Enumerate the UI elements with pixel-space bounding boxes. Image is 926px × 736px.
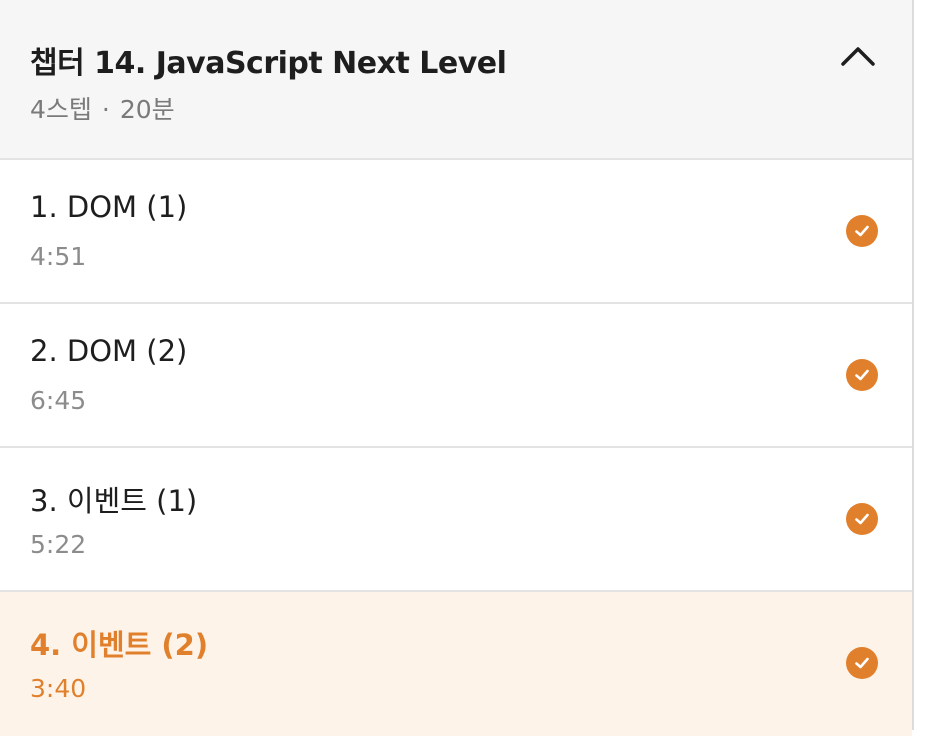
step-title: 3. 이벤트 (1) <box>30 484 198 518</box>
check-circle-icon <box>846 503 878 535</box>
meta-separator: · <box>101 95 110 124</box>
chapter-title: 챕터 14. JavaScript Next Level <box>30 46 507 81</box>
step-duration: 6:45 <box>30 386 87 415</box>
chapter-header[interactable]: 챕터 14. JavaScript Next Level 4스텝 · 20분 <box>0 0 912 160</box>
chapter-duration: 20분 <box>119 95 175 124</box>
chevron-up-icon[interactable] <box>840 38 876 74</box>
step-title: 4. 이벤트 (2) <box>30 628 209 662</box>
step-item-3[interactable]: 3. 이벤트 (1) 5:22 <box>0 448 912 592</box>
step-item-1[interactable]: 1. DOM (1) 4:51 <box>0 160 912 304</box>
curriculum-panel: 챕터 14. JavaScript Next Level 4스텝 · 20분 1. … <box>0 0 914 736</box>
chapter-meta: 4스텝 · 20분 <box>30 90 175 126</box>
step-duration: 3:40 <box>30 674 87 703</box>
step-duration: 4:51 <box>30 242 87 271</box>
step-title: 2. DOM (2) <box>30 334 188 368</box>
check-circle-icon <box>846 647 878 679</box>
step-item-4-active[interactable]: 4. 이벤트 (2) 3:40 <box>0 592 912 736</box>
check-circle-icon <box>846 359 878 391</box>
check-circle-icon <box>846 215 878 247</box>
step-item-2[interactable]: 2. DOM (2) 6:45 <box>0 304 912 448</box>
chapter-step-count: 4스텝 <box>30 95 92 124</box>
step-duration: 5:22 <box>30 530 87 559</box>
step-list: 1. DOM (1) 4:51 2. DOM (2) 6:45 3. 이벤트 (… <box>0 160 912 736</box>
step-title: 1. DOM (1) <box>30 190 188 224</box>
